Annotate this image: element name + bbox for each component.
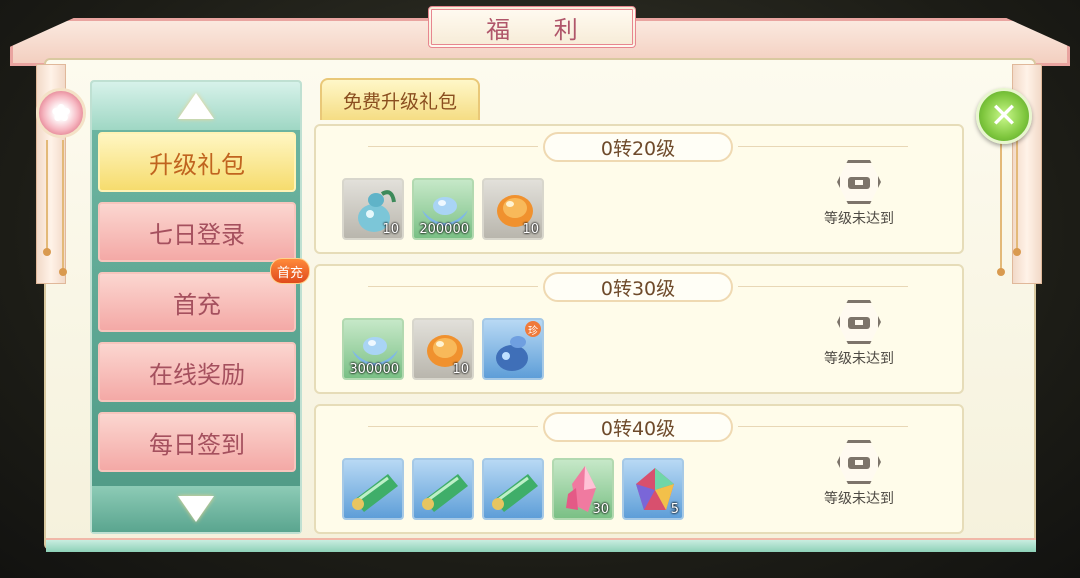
- window-title: 福 利: [486, 15, 596, 44]
- sidebar-scroll-down[interactable]: [92, 486, 300, 532]
- locked-chest-icon: [837, 440, 881, 484]
- reward-level: 0转20级: [543, 132, 733, 162]
- item-quantity: 30: [592, 502, 609, 517]
- item-quantity: 300000: [349, 362, 399, 377]
- blue-flask-icon[interactable]: 珍: [482, 318, 544, 380]
- reward-level: 0转30级: [543, 272, 733, 302]
- title-plaque: 福 利: [428, 6, 636, 48]
- reward-status: 等级未达到: [814, 440, 904, 508]
- silver-ingot-icon[interactable]: 200000: [412, 178, 474, 240]
- gourd-potion-icon[interactable]: 10: [342, 178, 404, 240]
- item-quantity: 10: [522, 222, 539, 237]
- status-label: 等级未达到: [824, 351, 894, 367]
- item-quantity: 10: [452, 362, 469, 377]
- reward-level-header: 0转40级: [368, 410, 908, 444]
- item-quantity: 5: [670, 502, 679, 517]
- pink-crystal-icon[interactable]: 30: [552, 458, 614, 520]
- left-tassel: [59, 140, 67, 276]
- sakura-flower-icon: ✿: [36, 88, 86, 138]
- tab-label: 免费升级礼包: [342, 90, 457, 113]
- status-label: 等级未达到: [824, 211, 894, 227]
- sidebar-item-label: 首充: [173, 290, 221, 319]
- frame-floor: [46, 538, 1036, 552]
- reward-level-header: 0转20级: [368, 130, 908, 164]
- sidebar-item-daily-checkin[interactable]: 每日签到: [98, 412, 296, 472]
- sidebar-item-label: 在线奖励: [149, 360, 245, 389]
- arrow-up-icon[interactable]: [178, 93, 214, 119]
- right-tassel: [1013, 140, 1021, 256]
- reward-card: 0转40级 30 5 等级未达到: [314, 404, 964, 534]
- orange-gem-icon[interactable]: 10: [482, 178, 544, 240]
- jade-scroll-icon[interactable]: [342, 458, 404, 520]
- tab-free-level-gift[interactable]: 免费升级礼包: [320, 78, 480, 120]
- rare-badge: 珍: [525, 321, 541, 337]
- sidebar-item-level-gift[interactable]: 升级礼包: [98, 132, 296, 192]
- reward-level: 0转40级: [543, 412, 733, 442]
- sidebar-item-label: 升级礼包: [149, 150, 245, 179]
- item-quantity: 10: [382, 222, 399, 237]
- reward-items: 300000 10 珍: [342, 318, 544, 380]
- jade-scroll-icon[interactable]: [412, 458, 474, 520]
- sidebar-item-label: 七日登录: [149, 220, 245, 249]
- first-recharge-badge: 首充: [270, 258, 310, 284]
- status-label: 等级未达到: [824, 491, 894, 507]
- orange-gem-icon[interactable]: 10: [412, 318, 474, 380]
- close-button[interactable]: ✕: [976, 88, 1032, 144]
- sidebar: 升级礼包 七日登录 首充 在线奖励 每日签到: [90, 80, 302, 534]
- sidebar-item-online-reward[interactable]: 在线奖励: [98, 342, 296, 402]
- right-tassel: [997, 140, 1005, 276]
- reward-items: 10 200000 10: [342, 178, 544, 240]
- left-tassel: [43, 140, 51, 256]
- sidebar-item-seven-day-login[interactable]: 七日登录: [98, 202, 296, 262]
- item-quantity: 200000: [419, 222, 469, 237]
- silver-ingot-icon[interactable]: 300000: [342, 318, 404, 380]
- jade-scroll-icon[interactable]: [482, 458, 544, 520]
- reward-status: 等级未达到: [814, 160, 904, 228]
- reward-card: 0转20级 10 200000 10 等级未达到: [314, 124, 964, 254]
- reward-items: 30 5: [342, 458, 684, 520]
- reward-card: 0转30级 300000 10 珍 等级未达到: [314, 264, 964, 394]
- locked-chest-icon: [837, 160, 881, 204]
- locked-chest-icon: [837, 300, 881, 344]
- reward-status: 等级未达到: [814, 300, 904, 368]
- sidebar-item-label: 每日签到: [149, 430, 245, 459]
- welfare-window: 福 利 ✿ ✕ 升级礼包 七日登录 首充 在线奖励 每日签到 首充 免费升级礼包: [0, 0, 1080, 578]
- reward-level-header: 0转30级: [368, 270, 908, 304]
- sidebar-item-first-recharge[interactable]: 首充: [98, 272, 296, 332]
- close-icon: ✕: [989, 96, 1019, 136]
- rainbow-gem-icon[interactable]: 5: [622, 458, 684, 520]
- arrow-down-icon[interactable]: [178, 496, 214, 522]
- sidebar-scroll-up[interactable]: [92, 82, 300, 130]
